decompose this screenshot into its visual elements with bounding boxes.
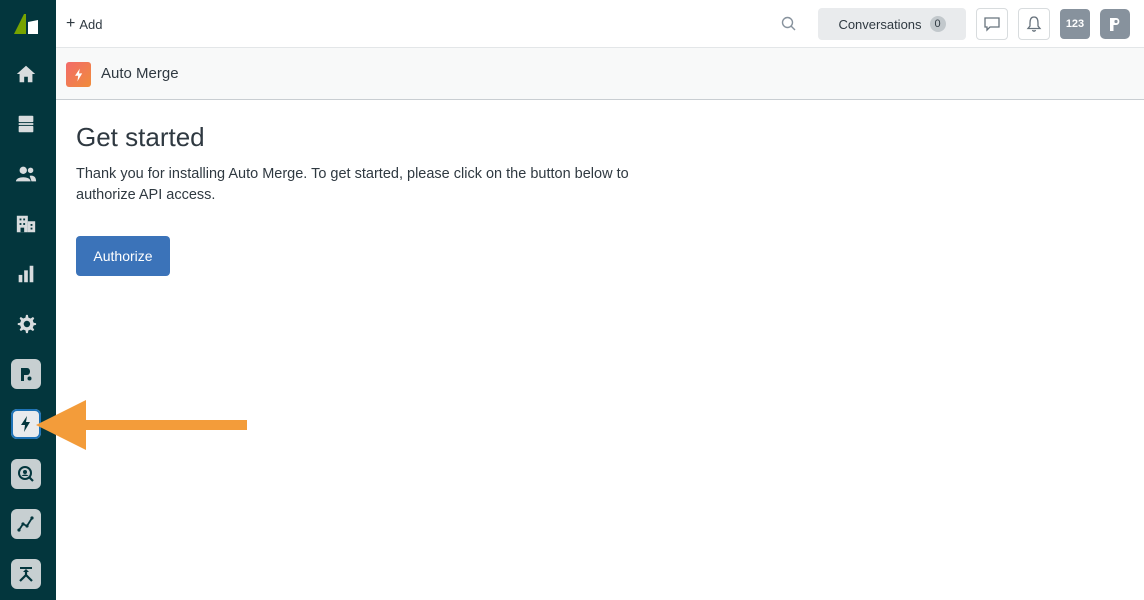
user-search-icon[interactable]	[11, 459, 41, 489]
avatar[interactable]	[1100, 9, 1130, 39]
page-title: Get started	[76, 122, 205, 152]
bar-chart-icon[interactable]	[10, 258, 42, 290]
building-icon[interactable]	[10, 208, 42, 240]
page-description: Thank you for installing Auto Merge. To …	[76, 166, 629, 203]
views-icon[interactable]	[10, 108, 42, 140]
auto-merge-logo-icon	[66, 62, 91, 87]
conversations-label: Conversations	[838, 16, 922, 32]
p-app-icon[interactable]	[11, 359, 41, 389]
conversations-button[interactable]: Conversations 0	[818, 8, 966, 40]
merge-icon[interactable]	[11, 559, 41, 589]
bell-icon[interactable]	[1018, 8, 1050, 40]
plus-icon: +	[66, 15, 76, 32]
app-title: Auto Merge	[101, 65, 179, 82]
sidebar	[0, 0, 56, 600]
home-icon[interactable]	[10, 58, 42, 90]
authorize-button[interactable]: Authorize	[76, 236, 170, 276]
add-button[interactable]: + Add	[66, 13, 102, 35]
search-icon[interactable]	[780, 15, 798, 33]
gear-icon[interactable]	[10, 308, 42, 340]
chat-icon[interactable]	[976, 8, 1008, 40]
app-header: Auto Merge	[56, 48, 1144, 100]
customers-icon[interactable]	[10, 158, 42, 190]
product-tray-badge[interactable]: 123	[1060, 9, 1090, 39]
annotation-arrow-icon	[36, 400, 247, 450]
conversations-count-badge: 0	[929, 16, 946, 32]
top-bar: + Add Conversations 0 123	[56, 0, 1144, 48]
line-graph-icon[interactable]	[11, 509, 41, 539]
add-label: Add	[79, 16, 103, 32]
zendesk-logo-icon[interactable]	[12, 12, 42, 36]
